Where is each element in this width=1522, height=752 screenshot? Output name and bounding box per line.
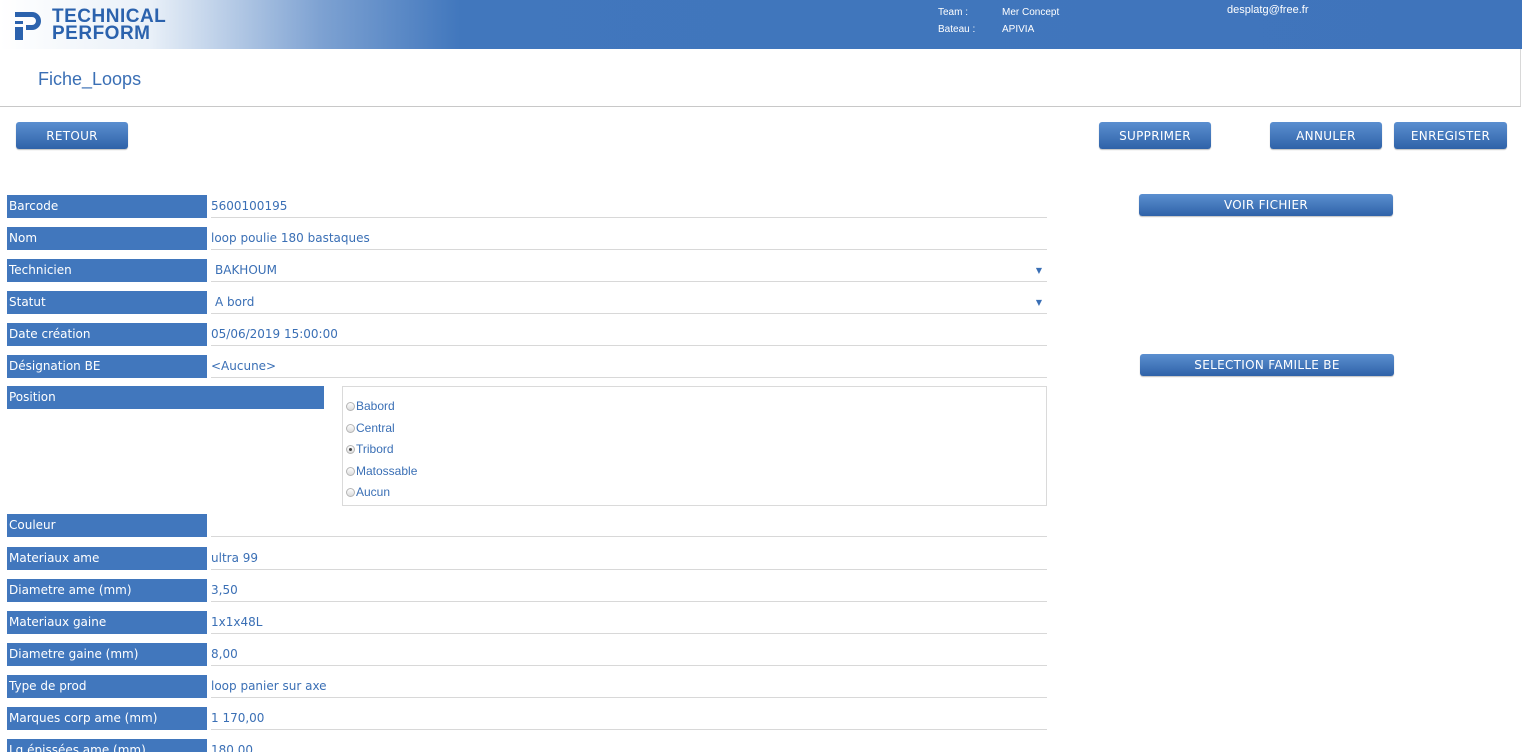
nom-label: Nom [7, 227, 207, 250]
save-button[interactable]: ENREGISTER [1394, 122, 1507, 149]
position-option-babord[interactable]: Babord [346, 396, 395, 416]
position-option-aucun[interactable]: Aucun [346, 482, 390, 502]
delete-button[interactable]: SUPPRIMER [1099, 122, 1211, 149]
boat-label: Bateau : [938, 24, 976, 35]
radio-button-icon[interactable] [346, 466, 355, 476]
type-prod-field[interactable]: loop panier sur axe [211, 675, 1047, 698]
page-title: Fiche_Loops [38, 69, 142, 89]
brand-name: TECHNICAL PERFORM [52, 6, 167, 44]
lg-epissees-ame-field[interactable]: 180,00 [211, 739, 1047, 752]
position-option-matossable[interactable]: Matossable [346, 461, 417, 481]
couleur-label: Couleur [7, 514, 207, 537]
materiaux-ame-label: Materiaux ame [7, 547, 207, 570]
boat-value: APIVIA [1002, 24, 1035, 35]
technicien-select[interactable]: BAKHOUM ▼ [211, 259, 1047, 282]
barcode-field[interactable]: 5600100195 [211, 195, 1047, 218]
diametre-ame-field[interactable]: 3,50 [211, 579, 1047, 602]
statut-select[interactable]: A bord ▼ [211, 291, 1047, 314]
position-option-central[interactable]: Central [346, 418, 395, 438]
technical-perform-logo-icon [15, 12, 41, 40]
position-option-tribord[interactable]: Tribord [346, 439, 394, 459]
date-creation-field[interactable]: 05/06/2019 15:00:00 [211, 323, 1047, 346]
back-button[interactable]: RETOUR [16, 122, 128, 149]
caret-down-icon: ▼ [1035, 298, 1042, 307]
view-file-button[interactable]: VOIR FICHIER [1139, 194, 1393, 216]
lg-epissees-ame-label: Lg épissées ame (mm) [7, 739, 207, 752]
team-value: Mer Concept [1002, 7, 1060, 18]
nom-field[interactable]: loop poulie 180 bastaques [211, 227, 1047, 250]
user-email-link[interactable]: desplatg@free.fr [1227, 4, 1309, 16]
cancel-button[interactable]: ANNULER [1270, 122, 1382, 149]
select-family-be-button[interactable]: SELECTION FAMILLE BE [1140, 354, 1394, 376]
position-radio-group: Babord Central Tribord Matossable Aucun [342, 386, 1047, 506]
designation-be-field[interactable]: <Aucune> [211, 355, 1047, 378]
team-info: Team : Mer Concept Bateau : APIVIA [938, 7, 1059, 41]
radio-button-icon[interactable] [346, 423, 355, 433]
designation-be-label: Désignation BE [7, 355, 207, 378]
materiaux-gaine-field[interactable]: 1x1x48L [211, 611, 1047, 634]
marques-corp-ame-label: Marques corp ame (mm) [7, 707, 207, 730]
diametre-ame-label: Diametre ame (mm) [7, 579, 207, 602]
technicien-selected-value: BAKHOUM [215, 263, 277, 277]
page-title-bar: Fiche_Loops [0, 49, 1521, 107]
diametre-gaine-label: Diametre gaine (mm) [7, 643, 207, 666]
radio-button-icon[interactable] [346, 444, 355, 454]
caret-down-icon: ▼ [1035, 266, 1042, 275]
statut-selected-value: A bord [215, 295, 255, 309]
position-label: Position [7, 386, 324, 409]
top-header-bar: TECHNICAL PERFORM Team : Mer Concept Bat… [0, 0, 1522, 49]
barcode-label: Barcode [7, 195, 207, 218]
statut-label: Statut [7, 291, 207, 314]
couleur-field[interactable] [211, 514, 1047, 537]
materiaux-ame-field[interactable]: ultra 99 [211, 547, 1047, 570]
diametre-gaine-field[interactable]: 8,00 [211, 643, 1047, 666]
technicien-label: Technicien [7, 259, 207, 282]
marques-corp-ame-field[interactable]: 1 170,00 [211, 707, 1047, 730]
type-prod-label: Type de prod [7, 675, 207, 698]
radio-button-icon[interactable] [346, 401, 355, 411]
materiaux-gaine-label: Materiaux gaine [7, 611, 207, 634]
radio-button-icon[interactable] [346, 487, 355, 497]
date-creation-label: Date création [7, 323, 207, 346]
team-label: Team : [938, 7, 969, 18]
